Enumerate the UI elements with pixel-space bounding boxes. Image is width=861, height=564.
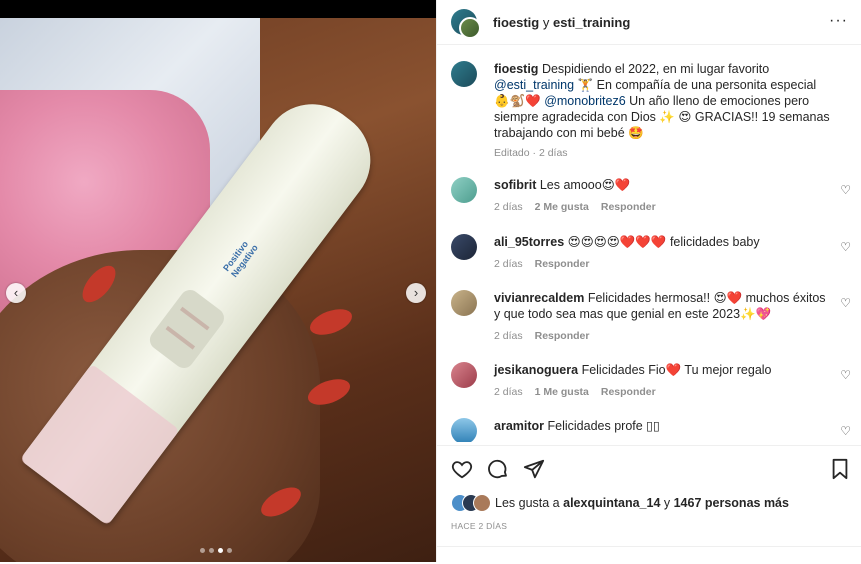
comment-avatar[interactable] <box>451 362 477 388</box>
comment-username[interactable]: aramitor <box>494 419 544 433</box>
likes-joiner: y <box>663 496 671 510</box>
comment-bubble-icon[interactable] <box>487 458 509 480</box>
share-send-icon[interactable] <box>523 458 545 480</box>
comment-username[interactable]: ali_95torres <box>494 235 564 249</box>
post-timestamp: HACE 2 DÍAS <box>451 521 508 531</box>
comment-avatar[interactable] <box>451 290 477 316</box>
comment-row: jesikanoguera Felicidades Fio❤️ Tu mejor… <box>451 362 851 398</box>
like-comment-heart-icon[interactable]: ♡ <box>840 296 851 310</box>
comment-text: jesikanoguera Felicidades Fio❤️ Tu mejor… <box>494 362 834 378</box>
like-heart-icon[interactable] <box>451 458 473 480</box>
mention-link[interactable]: @esti_training <box>494 78 574 92</box>
comment-username[interactable]: vivianrecaldem <box>494 291 584 305</box>
authors-joiner: y <box>542 14 550 30</box>
like-comment-heart-icon[interactable]: ♡ <box>840 424 851 438</box>
reply-button[interactable]: Responder <box>601 386 656 398</box>
like-comment-heart-icon[interactable]: ♡ <box>840 368 851 382</box>
comment-body: Les amooo😍❤️ <box>539 178 631 192</box>
post-header: fioestig y esti_training ··· <box>437 0 861 45</box>
comment-likes[interactable]: 2 Me gusta <box>535 201 589 213</box>
carousel-dot <box>209 548 214 553</box>
comment-time: 2 días <box>494 258 523 270</box>
post-authors: fioestig y esti_training <box>493 15 630 30</box>
comment-username[interactable]: jesikanoguera <box>494 363 578 377</box>
comment-meta: 2 días Responder <box>494 258 851 270</box>
comment-row: ali_95torres 😍😍😍😍❤️❤️❤️ felicidades baby… <box>451 234 851 270</box>
comment-avatar[interactable] <box>451 177 477 203</box>
author-avatar[interactable] <box>451 9 481 39</box>
carousel-dot <box>227 548 232 553</box>
caption-meta: Editado · 2 días <box>494 147 568 159</box>
like-comment-heart-icon[interactable]: ♡ <box>840 240 851 254</box>
comment-row: vivianrecaldem Felicidades hermosa!! 😍❤️… <box>451 290 851 342</box>
comment-avatar[interactable] <box>451 418 477 442</box>
comment-meta: 2 días 2 Me gusta Responder <box>494 201 851 213</box>
reply-button[interactable]: Responder <box>535 258 590 270</box>
test-label: Positivo Negativo <box>221 239 260 280</box>
comment-avatar[interactable] <box>451 234 477 260</box>
photo-top-bar <box>0 0 436 18</box>
caption: fioestig Despidiendo el 2022, en mi luga… <box>451 61 851 159</box>
carousel-dot-active <box>218 548 223 553</box>
comment-time: 2 días <box>494 201 523 213</box>
likes-summary: Les gusta a alexquintana_14 y 1467 perso… <box>451 494 789 512</box>
collab-avatar[interactable] <box>459 17 481 39</box>
comment-body: 😍😍😍😍❤️❤️❤️ felicidades baby <box>567 235 760 249</box>
action-icons <box>451 458 545 480</box>
comment-time: 2 días <box>494 330 523 342</box>
post-photo[interactable]: Positivo Negativo ‹ › <box>0 0 436 562</box>
reply-button[interactable]: Responder <box>535 330 590 342</box>
comment-time: 2 días <box>494 386 523 398</box>
comment-text: ali_95torres 😍😍😍😍❤️❤️❤️ felicidades baby <box>494 234 834 250</box>
bookmark-icon[interactable] <box>830 458 850 480</box>
next-photo-button[interactable]: › <box>406 283 426 303</box>
liker-avatars <box>451 494 491 512</box>
comment-meta: 2 días Responder <box>494 330 851 342</box>
author-username[interactable]: fioestig <box>493 15 539 30</box>
likes-prefix: Les gusta a <box>495 496 560 510</box>
photo-nail <box>306 304 356 340</box>
more-options-icon[interactable]: ··· <box>829 12 848 30</box>
previous-photo-button[interactable]: ‹ <box>6 283 26 303</box>
liker-username[interactable]: alexquintana_14 <box>563 496 660 510</box>
comment-row: sofibrit Les amooo😍❤️ 2 días 2 Me gusta Re… <box>451 177 851 213</box>
comment-body: Felicidades profe ▯▯ <box>547 419 660 433</box>
test-window <box>145 285 228 372</box>
comment-text: aramitor Felicidades profe ▯▯ <box>494 418 834 434</box>
carousel-dot <box>200 548 205 553</box>
mention-link[interactable]: @monobritez6 <box>544 94 625 108</box>
reply-button[interactable]: Responder <box>601 201 656 213</box>
like-comment-heart-icon[interactable]: ♡ <box>840 183 851 197</box>
comment-meta: 2 días 1 Me gusta Responder <box>494 386 851 398</box>
caption-text: fioestig Despidiendo el 2022, en mi luga… <box>494 61 834 141</box>
liker-avatar <box>473 494 491 512</box>
post-actions: Les gusta a alexquintana_14 y 1467 perso… <box>437 445 861 563</box>
comment-row: aramitor Felicidades profe ▯▯ ♡ <box>451 418 851 442</box>
comment-body: Felicidades Fio❤️ Tu mejor regalo <box>581 363 772 377</box>
post-side-panel: fioestig y esti_training ··· fioestig De… <box>436 0 861 562</box>
add-comment-bar[interactable] <box>437 546 861 564</box>
comments-scroll[interactable]: fioestig Despidiendo el 2022, en mi luga… <box>437 45 861 442</box>
caption-username[interactable]: fioestig <box>494 62 538 76</box>
post-viewer: Positivo Negativo ‹ › fioestig y esti_tr… <box>0 0 861 562</box>
caption-part: Despidiendo el 2022, en mi lugar favorit… <box>541 62 770 76</box>
collab-username[interactable]: esti_training <box>553 15 630 30</box>
caption-avatar[interactable] <box>451 61 477 87</box>
comment-text: vivianrecaldem Felicidades hermosa!! 😍❤️… <box>494 290 834 322</box>
comment-username[interactable]: sofibrit <box>494 178 536 192</box>
likes-count[interactable]: 1467 personas más <box>674 496 789 510</box>
carousel-dots <box>200 548 232 553</box>
comment-text: sofibrit Les amooo😍❤️ <box>494 177 834 193</box>
comment-likes[interactable]: 1 Me gusta <box>535 386 589 398</box>
